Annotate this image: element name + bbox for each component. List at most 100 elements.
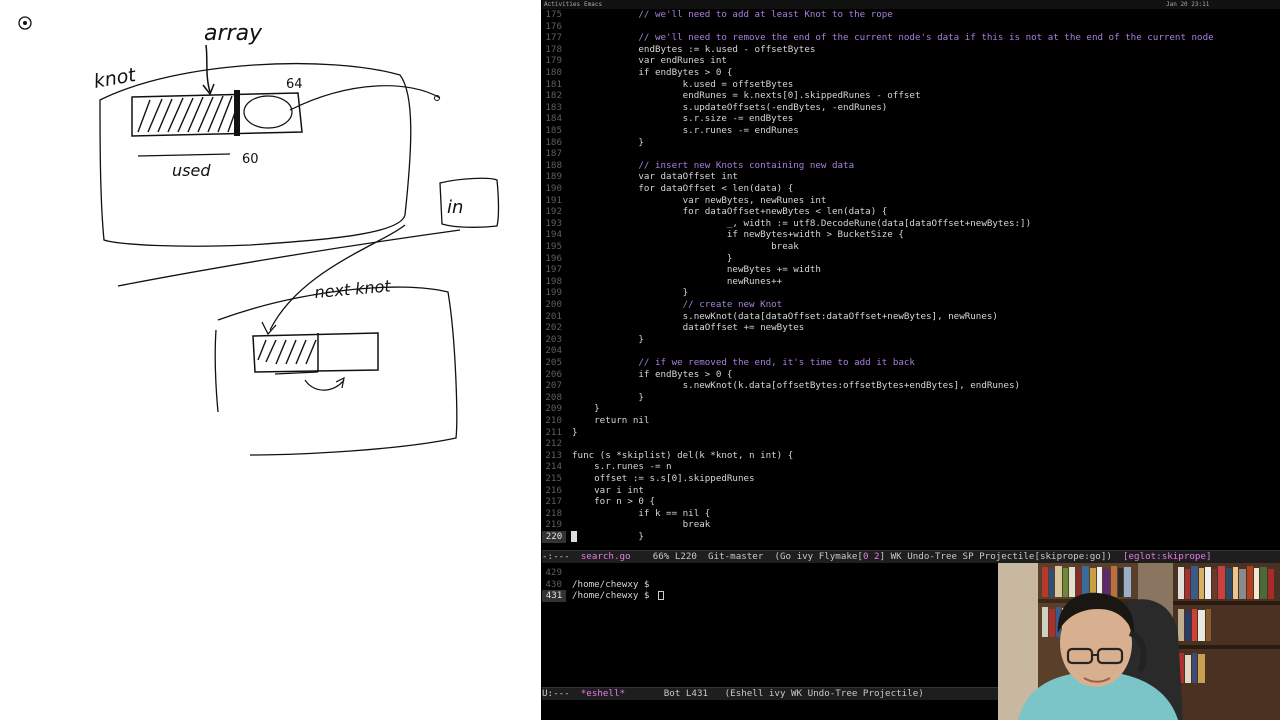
code-line[interactable]: 206 if endBytes > 0 {	[542, 369, 1280, 381]
line-number: 197	[545, 264, 562, 276]
code-line[interactable]: 204	[542, 345, 1280, 357]
code-text: }	[572, 426, 578, 438]
code-line[interactable]: 190 for dataOffset < len(data) {	[542, 183, 1280, 195]
line-number: 203	[545, 333, 562, 345]
label-knot: knot	[92, 64, 139, 93]
code-line[interactable]: 192 for dataOffset+newBytes < len(data) …	[542, 206, 1280, 218]
line-number: 175	[545, 9, 562, 20]
line-number: 220	[542, 531, 566, 543]
code-line[interactable]: 184 s.r.size -= endBytes	[542, 113, 1280, 125]
code-line[interactable]: 212	[542, 438, 1280, 450]
code-line[interactable]: 202 dataOffset += newBytes	[542, 322, 1280, 334]
code-line[interactable]: 179 var endRunes int	[542, 55, 1280, 67]
code-text: newBytes += width	[572, 264, 821, 276]
code-line[interactable]: 197 newBytes += width	[542, 264, 1280, 276]
code-line[interactable]: 176	[542, 21, 1280, 33]
code-line[interactable]: 216 var i int	[542, 485, 1280, 497]
code-line[interactable]: 185 s.r.runes -= endRunes	[542, 125, 1280, 137]
code-text: s.updateOffsets(-endBytes, -endRunes)	[572, 101, 888, 113]
code-line[interactable]: 214 s.r.runes -= n	[542, 461, 1280, 473]
code-line[interactable]: 198 newRunes++	[542, 276, 1280, 288]
code-line[interactable]: 218 if k == nil {	[542, 508, 1280, 520]
code-line[interactable]: 188 // insert new Knots containing new d…	[542, 160, 1280, 172]
code-line[interactable]: 191 var newBytes, newRunes int	[542, 195, 1280, 207]
code-line[interactable]: 215 offset := s.s[0].skippedRunes	[542, 473, 1280, 485]
code-line[interactable]: 186 }	[542, 137, 1280, 149]
offset-marker	[234, 90, 240, 136]
line-number: 188	[545, 159, 562, 171]
code-line[interactable]: 205 // if we removed the end, it's time …	[542, 357, 1280, 369]
shell-prompt: /home/chewxy $	[572, 590, 650, 602]
line-number: 206	[545, 368, 562, 380]
app-menu[interactable]: Emacs	[584, 0, 602, 9]
line-number: 200	[545, 299, 562, 310]
code-line[interactable]: 207 s.newKnot(k.data[offsetBytes:offsetB…	[542, 380, 1280, 392]
line-number: 177	[545, 32, 562, 44]
code-line[interactable]: 201 s.newKnot(data[dataOffset:dataOffset…	[542, 311, 1280, 323]
code-line[interactable]: 194 if newBytes+width > BucketSize {	[542, 229, 1280, 241]
code-line[interactable]: 209 }	[542, 403, 1280, 415]
activities-button[interactable]: Activities	[544, 0, 580, 9]
code-text: endBytes := k.used - offsetBytes	[572, 43, 816, 55]
code-line[interactable]: 220 }	[542, 531, 1280, 543]
code-line[interactable]: 200 // create new Knot	[542, 299, 1280, 311]
code-line[interactable]: 187	[542, 148, 1280, 160]
code-text: s.r.runes -= n	[572, 461, 672, 473]
line-number: 190	[545, 183, 562, 194]
code-line[interactable]: 183 s.updateOffsets(-endBytes, -endRunes…	[542, 102, 1280, 114]
line-number: 213	[545, 449, 562, 461]
code-text: // insert new Knots containing new data	[572, 159, 855, 171]
code-line[interactable]: 177 // we'll need to remove the end of t…	[542, 32, 1280, 44]
line-number: 199	[545, 287, 562, 299]
line-number: 184	[545, 113, 562, 125]
line-number: 205	[545, 357, 562, 368]
array-rect	[131, 92, 303, 137]
code-line[interactable]: 213 func (s *skiplist) del(k *knot, n int…	[542, 450, 1280, 462]
line-number: 181	[545, 78, 562, 90]
connector-line	[117, 229, 461, 287]
line-number: 186	[545, 136, 562, 148]
code-text: if endBytes > 0 {	[572, 368, 733, 380]
code-line[interactable]: 193 _, width := utf8.DecodeRune(data[dat…	[542, 218, 1280, 230]
buffer-name: search.go	[580, 551, 631, 562]
line-number: 208	[545, 391, 562, 403]
code-text: if newBytes+width > BucketSize {	[572, 229, 904, 241]
shell-prompt: /home/chewxy $	[572, 578, 650, 590]
arrow-array	[205, 44, 211, 93]
code-line[interactable]: 178 endBytes := k.used - offsetBytes	[542, 44, 1280, 56]
code-text: // if we removed the end, it's time to a…	[572, 357, 915, 368]
line-number: 196	[545, 252, 562, 264]
code-line[interactable]: 217 for n > 0 {	[542, 496, 1280, 508]
code-buffer[interactable]: 175 // we'll need to add at least Knot t…	[542, 9, 1280, 550]
code-line[interactable]: 196 }	[542, 253, 1280, 265]
line-number: 189	[545, 171, 562, 183]
code-text: newRunes++	[572, 275, 783, 287]
code-line[interactable]: 211}	[542, 427, 1280, 439]
whiteboard-canvas[interactable]: array knot 64 used 60 in next knot	[0, 0, 541, 720]
code-line[interactable]: 182 endRunes = k.nexts[0].skippedRunes -…	[542, 90, 1280, 102]
line-number: 429	[545, 567, 562, 578]
code-line[interactable]: 199 }	[542, 287, 1280, 299]
code-line[interactable]: 175 // we'll need to add at least Knot t…	[542, 9, 1280, 21]
gnome-topbar: Activities Emacs Jan 20 23:11	[542, 0, 1280, 9]
code-text: // we'll need to remove the end of the c…	[572, 32, 1214, 44]
webcam-overlay	[998, 563, 1280, 720]
code-line[interactable]: 210 return nil	[542, 415, 1280, 427]
code-line[interactable]: 189 var dataOffset int	[542, 171, 1280, 183]
code-text: for dataOffset+newBytes < len(data) {	[572, 206, 888, 218]
code-text: // we'll need to add at least Knot to th…	[572, 9, 893, 20]
line-number: 176	[545, 20, 562, 32]
code-line[interactable]: 180 if endBytes > 0 {	[542, 67, 1280, 79]
code-text: return nil	[572, 415, 650, 426]
clock[interactable]: Jan 20 23:11	[1166, 0, 1209, 9]
code-line[interactable]: 219 break	[542, 519, 1280, 531]
code-line[interactable]: 203 }	[542, 334, 1280, 346]
code-line[interactable]: 195 break	[542, 241, 1280, 253]
modeline-code: -:--- search.go 66% L220 Git-master (Go …	[542, 550, 1280, 563]
code-text: s.newKnot(k.data[offsetBytes:offsetBytes…	[572, 380, 1021, 392]
code-line[interactable]: 208 }	[542, 392, 1280, 404]
code-text: break	[572, 519, 711, 531]
code-line[interactable]: 181 k.used = offsetBytes	[542, 79, 1280, 91]
code-text: }	[572, 391, 644, 403]
line-number: 430	[545, 578, 562, 590]
